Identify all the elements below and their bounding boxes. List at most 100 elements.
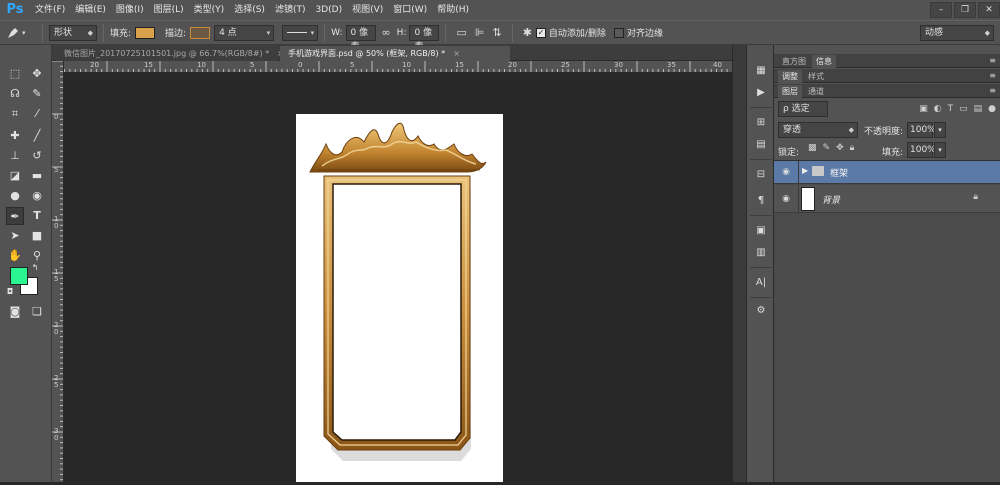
path-operations-icon[interactable]: ▭ <box>456 26 466 39</box>
character-panel-icon[interactable]: A| <box>753 275 769 291</box>
menu-image[interactable]: 图像(I) <box>111 0 149 20</box>
blur-icon[interactable]: ● <box>6 187 24 205</box>
fill-slider-button[interactable]: ▾ <box>934 142 946 158</box>
brush-icon[interactable]: ╱ <box>28 127 46 145</box>
quick-select-icon[interactable]: ✎ <box>28 85 46 103</box>
layer-row-frame-group[interactable]: ◉ ▶ 框架 <box>774 161 1000 184</box>
eraser-icon[interactable]: ◪ <box>6 167 24 185</box>
panel-menu-icon[interactable]: ≡ <box>989 54 996 68</box>
tab-channels[interactable]: 通道 <box>804 85 828 98</box>
paragraph-panel-icon[interactable]: ¶ <box>753 193 769 209</box>
h-field[interactable]: 0 像素 <box>409 24 440 52</box>
layer-row-background[interactable]: ◉ 背景 🔒︎ <box>774 185 1000 213</box>
navigator-panel-icon[interactable]: ▣ <box>753 223 769 239</box>
crop-icon[interactable]: ⌗ <box>6 105 24 123</box>
swap-colors-icon[interactable]: ↰ <box>30 263 40 273</box>
workspace-select[interactable]: 动感 ◆ <box>920 25 994 41</box>
mode-select[interactable]: 形状 ◆ <box>49 24 97 41</box>
clone-stamp-icon[interactable]: ⊥ <box>6 147 24 165</box>
type-filter-icon[interactable]: T <box>948 104 954 114</box>
pen-tool-icon[interactable]: ✒ <box>6 207 24 225</box>
lock-image-icon[interactable]: ✎ <box>823 143 831 153</box>
opacity-field[interactable]: 100% <box>907 122 936 138</box>
tab-mobile-game-ui[interactable]: 手机游戏界面.psd @ 50% (框架, RGB/8) * × <box>280 46 510 61</box>
gear-icon[interactable]: ✱ <box>523 26 532 39</box>
menu-layer[interactable]: 图层(L) <box>149 0 189 20</box>
tool-presets-icon[interactable]: ⊟ <box>753 167 769 183</box>
notes-panel-icon[interactable]: ▥ <box>753 245 769 261</box>
tab-histogram[interactable]: 直方图 <box>778 55 810 68</box>
dodge-icon[interactable]: ◉ <box>28 187 46 205</box>
menu-select[interactable]: 选择(S) <box>229 0 270 20</box>
minimize-button[interactable]: – <box>930 2 952 18</box>
swatches-panel-icon[interactable]: ▤ <box>753 137 769 153</box>
align-edges-checkbox[interactable] <box>613 27 624 38</box>
path-alignment-icon[interactable]: ⊫ <box>475 26 485 39</box>
hand-tool-icon[interactable]: ✋ <box>6 247 24 265</box>
expand-arrow-icon[interactable]: ▶ <box>802 166 808 175</box>
type-tool-icon[interactable]: T <box>28 207 46 225</box>
tab-wechat-image[interactable]: 微信图片_20170725101501.jpg @ 66.7%(RGB/8#) … <box>56 46 284 61</box>
close-icon[interactable]: × <box>453 49 460 58</box>
actions-panel-icon[interactable]: ▶ <box>753 85 769 101</box>
menu-type[interactable]: 类型(Y) <box>189 0 230 20</box>
tab-adjustments[interactable]: 调整 <box>778 70 802 83</box>
document-scrollbar[interactable] <box>732 45 746 482</box>
panel-menu-icon[interactable]: ≡ <box>989 84 996 98</box>
blend-mode-select[interactable]: 穿透 ◆ <box>778 122 858 138</box>
opacity-slider-button[interactable]: ▾ <box>934 122 946 138</box>
history-panel-icon[interactable]: ▦ <box>753 63 769 79</box>
menu-file[interactable]: 文件(F) <box>30 0 70 20</box>
path-arrangement-icon[interactable]: ⇅ <box>492 26 501 39</box>
clone-source-icon[interactable]: ⚙ <box>753 303 769 319</box>
properties-panel-icon[interactable]: ⊞ <box>753 115 769 131</box>
w-field[interactable]: 0 像素 <box>345 24 376 52</box>
stroke-type-select[interactable]: ▾ <box>282 24 319 41</box>
default-colors-icon[interactable]: ◘ <box>5 287 15 297</box>
move-icon[interactable]: ✥ <box>28 65 46 83</box>
panel-menu-icon[interactable]: ≡ <box>989 69 996 83</box>
fill-field[interactable]: 100% <box>907 142 936 158</box>
stroke-width-field[interactable]: 4 点 ▾ <box>214 24 275 41</box>
smart-object-filter-icon[interactable]: ▤ <box>974 104 983 114</box>
menu-view[interactable]: 视图(V) <box>347 0 388 20</box>
rectangle-tool-icon[interactable]: ■ <box>28 227 46 245</box>
document-canvas[interactable] <box>296 114 503 482</box>
adjustment-filter-icon[interactable]: ◐ <box>934 104 942 114</box>
link-icon[interactable]: ∞ <box>382 26 391 39</box>
tab-styles[interactable]: 样式 <box>804 70 828 83</box>
stroke-swatch[interactable] <box>190 26 211 39</box>
history-brush-icon[interactable]: ↺ <box>28 147 46 165</box>
path-selection-icon[interactable]: ➤ <box>6 227 24 245</box>
screen-mode-icon[interactable]: ❏ <box>28 303 46 321</box>
eyedropper-icon[interactable]: ⁄ <box>28 105 46 123</box>
lasso-icon[interactable]: ☊ <box>6 85 24 103</box>
menu-3d[interactable]: 3D(D) <box>310 0 347 20</box>
auto-add-delete-checkbox[interactable]: ✓ <box>535 27 546 38</box>
tool-preset-picker[interactable]: ▾ <box>6 23 36 43</box>
lock-position-icon[interactable]: ✥ <box>836 143 844 153</box>
pixel-filter-icon[interactable]: ▣ <box>919 104 928 114</box>
close-button[interactable]: ✕ <box>978 2 1000 18</box>
foreground-color-swatch[interactable] <box>10 267 28 285</box>
tab-layers[interactable]: 图层 <box>778 85 802 98</box>
quick-mask-icon[interactable]: ◙ <box>6 303 24 321</box>
healing-brush-icon[interactable]: ✚ <box>6 127 24 145</box>
lock-all-icon[interactable]: 🔒︎ <box>850 143 855 153</box>
filter-toggle-icon[interactable]: ● <box>988 104 996 114</box>
restore-button[interactable]: ❐ <box>954 2 976 18</box>
game-frame-artwork[interactable] <box>296 114 503 482</box>
menu-help[interactable]: 帮助(H) <box>432 0 474 20</box>
gradient-icon[interactable]: ▬ <box>28 167 46 185</box>
fill-swatch[interactable] <box>135 26 156 39</box>
visibility-eye-icon[interactable]: ◉ <box>780 166 792 178</box>
layer-filter-type-select[interactable]: ρ 选定 <box>778 101 828 117</box>
tab-info[interactable]: 信息 <box>812 55 836 68</box>
shape-filter-icon[interactable]: ▭ <box>959 104 968 114</box>
menu-window[interactable]: 窗口(W) <box>388 0 432 20</box>
visibility-eye-icon[interactable]: ◉ <box>780 193 792 205</box>
menu-filter[interactable]: 滤镜(T) <box>270 0 311 20</box>
lock-transparent-icon[interactable]: ▩ <box>808 143 817 153</box>
menu-edit[interactable]: 编辑(E) <box>70 0 111 20</box>
marquee-icon[interactable]: ⬚ <box>6 65 24 83</box>
